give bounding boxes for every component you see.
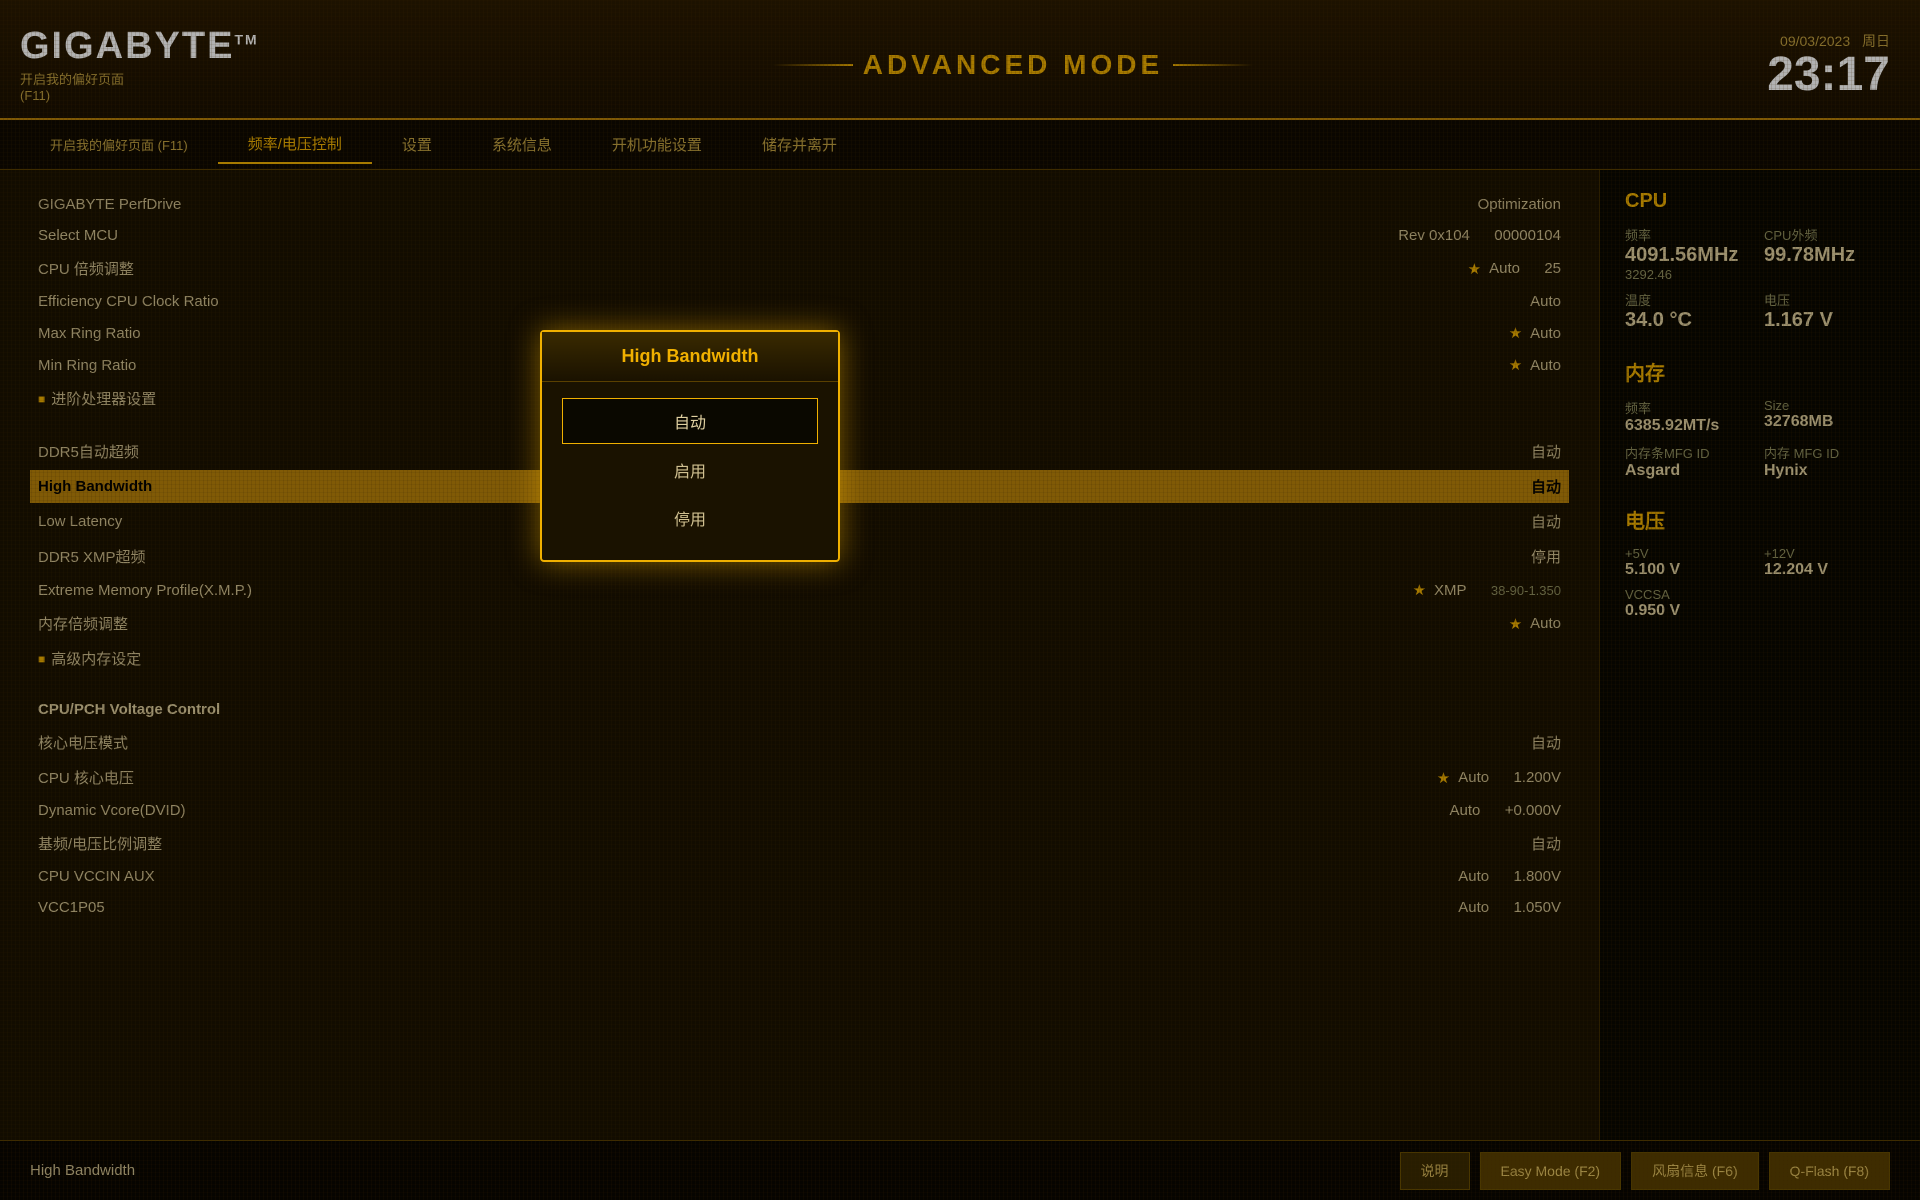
modal-option-enable[interactable]: 启用 (562, 448, 818, 492)
modal-dialog: High Bandwidth 自动 启用 停用 (540, 330, 840, 562)
modal-option-auto[interactable]: 自动 (562, 398, 818, 444)
modal-title: High Bandwidth (542, 332, 838, 382)
modal-overlay[interactable]: High Bandwidth 自动 启用 停用 (0, 0, 1920, 1200)
modal-body: 自动 启用 停用 (542, 382, 838, 560)
modal-option-disable[interactable]: 停用 (562, 496, 818, 540)
